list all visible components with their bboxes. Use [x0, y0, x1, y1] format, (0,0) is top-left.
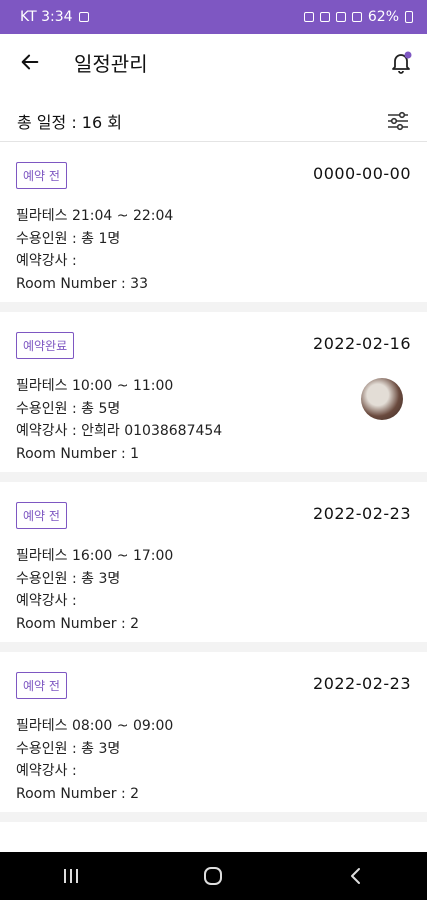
divider	[0, 642, 427, 652]
battery-icon	[405, 11, 413, 23]
status-badge: 예약 전	[16, 162, 67, 189]
room-number: Room Number : 1	[16, 445, 140, 462]
divider	[0, 302, 427, 312]
room-number: Room Number : 2	[16, 615, 140, 632]
page-title: 일정관리	[74, 51, 148, 76]
status-badge: 예약 전	[16, 502, 67, 529]
class-time: 필라테스 21:04 ~ 22:04	[16, 208, 174, 224]
instructor: 예약강사 :	[16, 253, 77, 269]
class-time: 필라테스 08:00 ~ 09:00	[16, 718, 174, 734]
status-bar: KT 3:34 62%	[0, 0, 427, 34]
status-time: KT 3:34	[20, 9, 73, 25]
class-time: 필라테스 16:00 ~ 17:00	[16, 548, 174, 564]
capacity: 수용인원 : 총 5명	[16, 400, 121, 417]
filter-icon[interactable]	[385, 108, 411, 134]
silent-icon	[319, 12, 330, 22]
home-icon[interactable]	[201, 864, 225, 888]
instructor-avatar	[361, 378, 403, 420]
schedule-card[interactable]: 예약완료 2022-02-16 필라테스 10:00 ~ 11:00 수용인원 …	[0, 312, 427, 472]
schedule-date: 2022-02-23	[313, 674, 411, 693]
app-bar: 일정관리	[0, 34, 427, 90]
back-chevron-icon[interactable]	[345, 865, 367, 887]
divider	[0, 812, 427, 822]
status-badge: 예약완료	[16, 332, 75, 359]
schedule-date: 2022-02-23	[313, 504, 411, 523]
schedule-card[interactable]: 예약 전 0000-00-00 필라테스 21:04 ~ 22:04 수용인원 …	[0, 142, 427, 302]
room-number: Room Number : 33	[16, 275, 148, 292]
schedule-card[interactable]: 예약 전 2022-02-23 필라테스 16:00 ~ 17:00 수용인원 …	[0, 482, 427, 642]
alarm-icon	[303, 12, 314, 22]
recent-apps-icon[interactable]	[60, 865, 82, 887]
schedule-list: 예약 전 0000-00-00 필라테스 21:04 ~ 22:04 수용인원 …	[0, 142, 427, 822]
divider	[0, 472, 427, 482]
gallery-notification-icon	[78, 12, 89, 22]
system-nav-bar	[0, 852, 427, 900]
schedule-summary: 총 일정 : 16 회	[0, 90, 427, 142]
class-time: 필라테스 10:00 ~ 11:00	[16, 378, 174, 394]
instructor: 예약강사 :	[16, 593, 77, 609]
schedule-date: 0000-00-00	[313, 164, 411, 183]
room-number: Room Number : 2	[16, 785, 140, 802]
battery-percent: 62%	[367, 9, 399, 25]
instructor: 예약강사 : 안희라 01038687454	[16, 423, 223, 439]
back-arrow-icon[interactable]	[16, 48, 44, 76]
total-schedule-count: 총 일정 : 16 회	[17, 112, 122, 132]
capacity: 수용인원 : 총 3명	[16, 570, 121, 587]
schedule-card[interactable]: 예약 전 2022-02-23 필라테스 08:00 ~ 09:00 수용인원 …	[0, 652, 427, 812]
capacity: 수용인원 : 총 3명	[16, 740, 121, 757]
capacity: 수용인원 : 총 1명	[16, 230, 121, 247]
schedule-date: 2022-02-16	[313, 334, 411, 353]
signal-icon	[351, 12, 362, 22]
bell-icon[interactable]	[387, 48, 415, 76]
status-badge: 예약 전	[16, 672, 67, 699]
wifi-icon	[335, 12, 346, 22]
instructor: 예약강사 :	[16, 763, 77, 779]
